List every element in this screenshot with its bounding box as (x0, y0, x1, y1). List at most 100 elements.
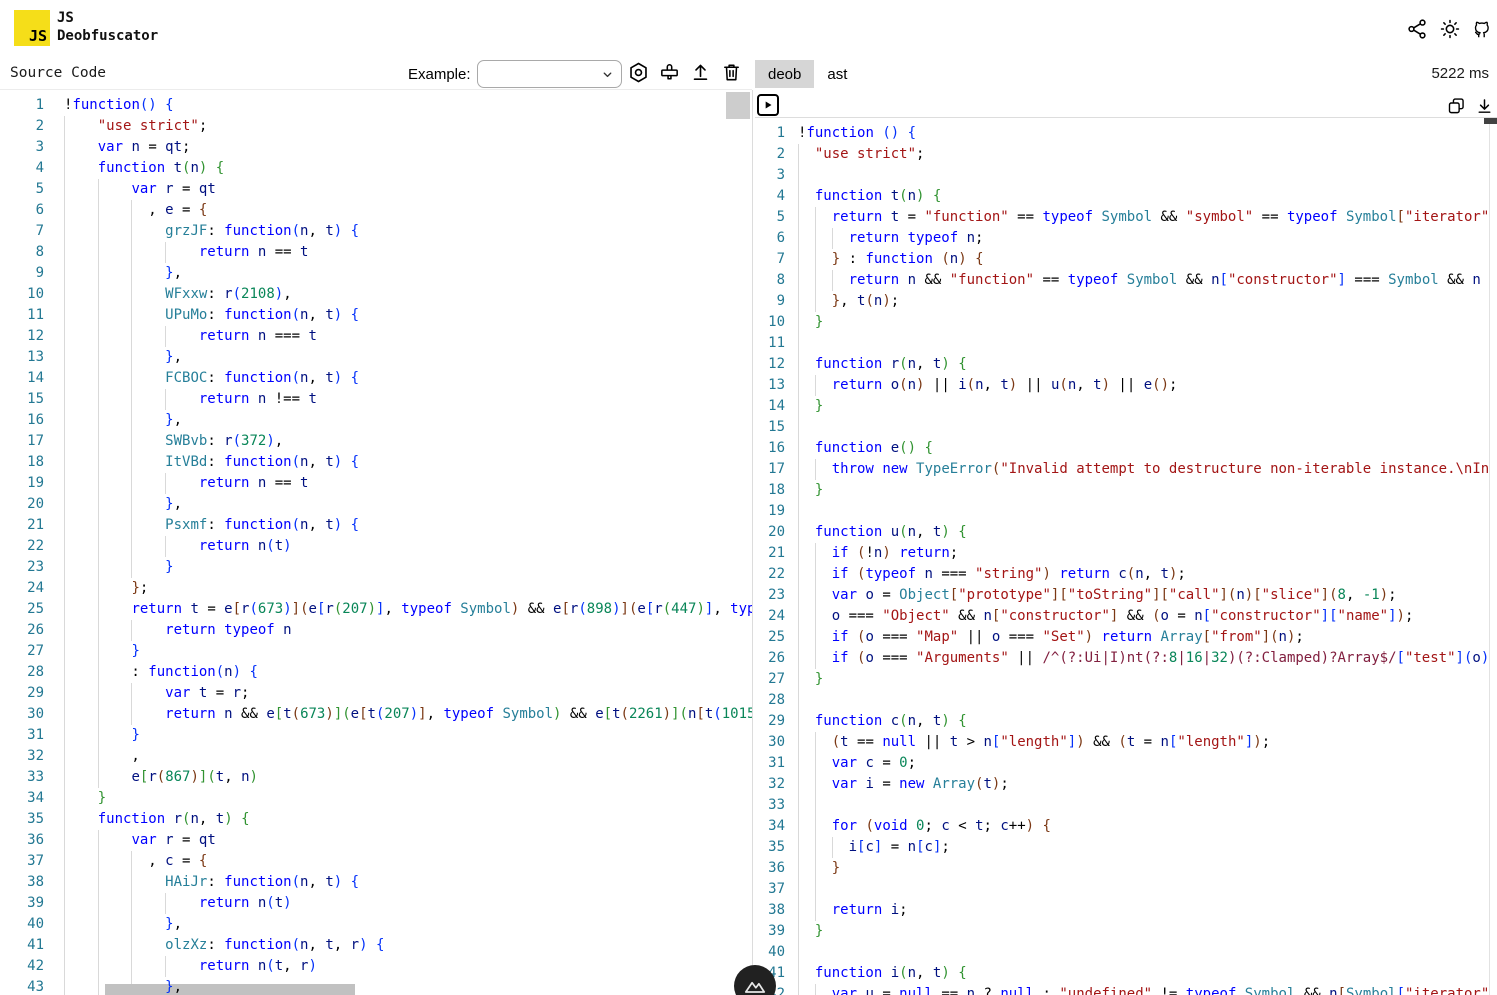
theme-toggle-button[interactable] (1438, 16, 1464, 42)
code-line: return o(n) || i(n, t) || u(n, t) || e()… (798, 375, 1489, 396)
clear-button[interactable] (720, 61, 743, 84)
line-number: 14 (0, 368, 44, 389)
code-line: !function() { (64, 95, 752, 116)
code-line: function t(n) { (798, 186, 1489, 207)
line-number: 5 (755, 207, 785, 228)
github-icon (1470, 18, 1494, 40)
code-line: function c(n, t) { (798, 711, 1489, 732)
code-line: return n == t (64, 242, 752, 263)
code-line: , e = { (64, 200, 752, 221)
code-line: var t = r; (64, 683, 752, 704)
deobfuscated-output-editor[interactable]: 1!function () {2 "use strict";34 functio… (755, 118, 1489, 995)
code-line: function i(n, t) { (798, 963, 1489, 984)
line-number: 3 (755, 165, 785, 186)
line-number: 23 (0, 557, 44, 578)
tab-deob[interactable]: deob (755, 60, 814, 88)
line-number: 13 (755, 375, 785, 396)
code-line (798, 165, 1489, 186)
output-mode-tabs: deob ast (755, 60, 860, 88)
line-number: 6 (755, 228, 785, 249)
upload-button[interactable] (689, 61, 712, 84)
mountain-logo-icon (742, 973, 768, 995)
line-number: 24 (0, 578, 44, 599)
source-code-editor[interactable]: 1!function() {2 "use strict";3 var n = q… (0, 90, 752, 995)
code-line: if (o === "Arguments" || /^(?:Ui|I)nt(?:… (798, 648, 1489, 669)
app-title-line1: JS (57, 9, 158, 27)
line-number: 20 (755, 522, 785, 543)
code-line: o === "Object" && n["constructor"] && (o… (798, 606, 1489, 627)
code-line: return typeof n; (798, 228, 1489, 249)
line-number: 17 (755, 459, 785, 480)
code-line (798, 690, 1489, 711)
line-number: 5 (0, 179, 44, 200)
line-number: 29 (0, 683, 44, 704)
code-line: var i = new Array(t); (798, 774, 1489, 795)
line-number: 37 (755, 879, 785, 900)
line-number: 39 (755, 921, 785, 942)
right-scrollbar-track (1489, 118, 1490, 995)
line-number: 18 (0, 452, 44, 473)
code-line: return n && "function" == typeof Symbol … (798, 270, 1489, 291)
settings-button[interactable] (627, 61, 650, 84)
elapsed-time: 5222 ms (1369, 65, 1489, 82)
indent-guide (798, 501, 799, 522)
code-line: return t = "function" == typeof Symbol &… (798, 207, 1489, 228)
line-number: 30 (755, 732, 785, 753)
indent-guide (798, 417, 799, 438)
code-line: throw new TypeError("Invalid attempt to … (798, 459, 1489, 480)
code-line: SWBvb: r(372), (64, 431, 752, 452)
download-output-button[interactable] (1474, 95, 1496, 117)
github-button[interactable] (1469, 16, 1495, 42)
line-number: 14 (755, 396, 785, 417)
line-number: 32 (0, 746, 44, 767)
line-number: 16 (0, 410, 44, 431)
line-number: 2 (755, 144, 785, 165)
code-line: e[r(867)](t, n) (64, 767, 752, 788)
source-code-label: Source Code (10, 65, 106, 81)
code-line: return typeof n (64, 620, 752, 641)
share-icon (1406, 18, 1430, 40)
line-number: 25 (0, 599, 44, 620)
right-vertical-scrollbar[interactable] (1484, 118, 1497, 124)
format-button[interactable] (658, 61, 681, 84)
line-number: 37 (0, 851, 44, 872)
line-number: 26 (0, 620, 44, 641)
tab-ast[interactable]: ast (814, 60, 860, 88)
indent-guide (798, 165, 799, 186)
js-deobfuscator-app: JS JS Deobfuscator (0, 0, 1497, 995)
code-line: return n && e[t(673)](e[t(207)], typeof … (64, 704, 752, 725)
code-line: return i; (798, 900, 1489, 921)
code-line: var r = qt (64, 179, 752, 200)
line-number: 38 (0, 872, 44, 893)
line-number: 34 (0, 788, 44, 809)
code-line: FCBOC: function(n, t) { (64, 368, 752, 389)
code-line: for (void 0; c < t; c++) { (798, 816, 1489, 837)
code-line: return n(t) (64, 893, 752, 914)
code-line: Psxmf: function(n, t) { (64, 515, 752, 536)
settings-icon (627, 61, 650, 84)
code-line: } (798, 921, 1489, 942)
code-line: function e() { (798, 438, 1489, 459)
left-vertical-scrollbar[interactable] (726, 92, 750, 119)
line-number: 10 (0, 284, 44, 305)
line-number: 31 (755, 753, 785, 774)
copy-output-button[interactable] (1446, 95, 1468, 117)
code-line: }, (64, 263, 752, 284)
code-line (798, 333, 1489, 354)
line-number: 17 (0, 431, 44, 452)
format-icon (658, 61, 681, 84)
code-line: , (64, 746, 752, 767)
run-button[interactable] (757, 94, 779, 116)
code-line: } (798, 858, 1489, 879)
line-number: 23 (755, 585, 785, 606)
line-number: 39 (0, 893, 44, 914)
app-logo: JS (14, 10, 50, 46)
line-number: 28 (755, 690, 785, 711)
line-number: 27 (0, 641, 44, 662)
code-line: }; (64, 578, 752, 599)
code-line: }, (64, 977, 752, 995)
copy-icon (1446, 96, 1468, 117)
share-button[interactable] (1405, 16, 1431, 42)
line-number: 1 (0, 95, 44, 116)
example-select[interactable] (477, 60, 622, 88)
